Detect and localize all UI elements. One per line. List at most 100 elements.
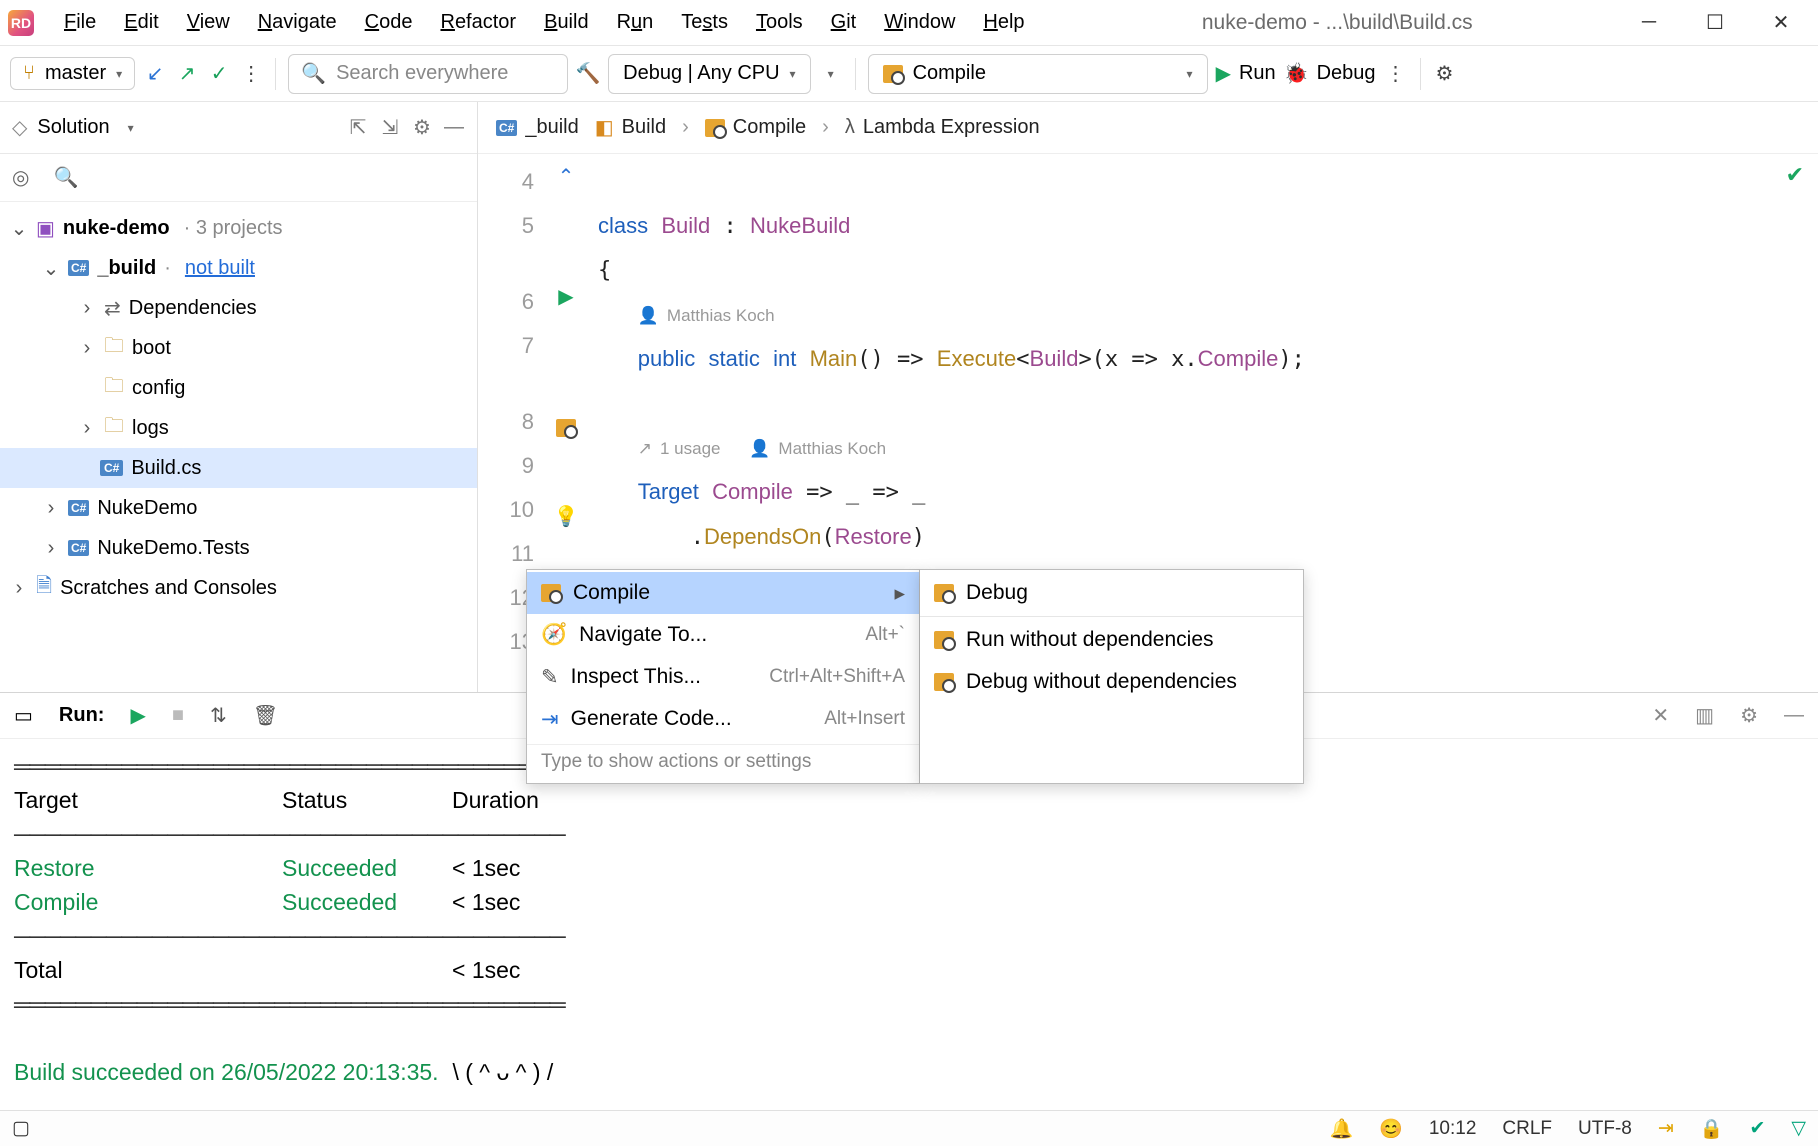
search-icon: 🔍 [301, 61, 326, 86]
folder-logs[interactable]: ›🗀 logs [0, 408, 477, 448]
run-button[interactable]: ▶ Run [1216, 61, 1276, 86]
menu-file[interactable]: File [52, 7, 108, 38]
menu-help[interactable]: Help [971, 7, 1036, 38]
run-config-dropdown[interactable]: Compile ▾ [868, 54, 1208, 94]
menu-build[interactable]: Build [532, 7, 600, 38]
menu-view[interactable]: View [175, 7, 242, 38]
usage-icon: ↗ [638, 435, 652, 463]
more-vcs-icon[interactable]: ⋮ [239, 62, 263, 86]
build-status-link[interactable]: not built [185, 257, 255, 280]
file-build-cs[interactable]: C# Build.cs [0, 448, 477, 488]
collapse-all-icon[interactable]: ⇲ [379, 115, 401, 140]
hide-sidebar-icon[interactable]: — [443, 116, 465, 139]
usage-inlay[interactable]: 1 usage [660, 435, 721, 463]
inspection-ok-icon[interactable]: ✔ [1786, 162, 1804, 188]
dependencies-node[interactable]: › ⇄ Dependencies [0, 288, 477, 328]
menu-tools[interactable]: Tools [744, 7, 815, 38]
build-config-dropdown[interactable]: Debug | Any CPU ▾ [608, 54, 810, 94]
sub-debug-without-deps[interactable]: Debug without dependencies [920, 661, 1303, 703]
scratches-label: Scratches and Consoles [60, 577, 277, 600]
stop-icon[interactable]: ■ [172, 704, 184, 727]
target-icon [883, 65, 903, 83]
ctx-inspect[interactable]: ✎ Inspect This... Ctrl+Alt+Shift+A [527, 656, 919, 698]
vcs-update-icon[interactable]: ↙ [143, 62, 167, 86]
target-icon [934, 631, 954, 649]
readonly-lock-icon[interactable]: 🔒 [1700, 1117, 1724, 1141]
scratches-node[interactable]: › 🗎 Scratches and Consoles [0, 568, 477, 608]
ctx-navigate[interactable]: 🧭 Navigate To... Alt+` [527, 614, 919, 656]
tool-windows-icon[interactable]: ▢ [12, 1117, 30, 1140]
menu-git[interactable]: Git [819, 7, 869, 38]
breadcrumb[interactable]: C#_build ◧Build › Compile › λLambda Expr… [478, 102, 1818, 154]
ctx-compile[interactable]: Compile ▸ [527, 572, 919, 614]
crumb-target[interactable]: Compile [733, 116, 806, 139]
ctx-generate-label: Generate Code... [571, 707, 813, 731]
menu-code[interactable]: Code [353, 7, 425, 38]
menu-navigate[interactable]: Navigate [246, 7, 349, 38]
layout-icon[interactable]: ⇅ [210, 703, 227, 728]
run-output[interactable]: ════════════════════════════════════ Tar… [0, 739, 1818, 1110]
author-inlay[interactable]: Matthias Koch [667, 302, 775, 330]
sub-debug[interactable]: Debug [920, 572, 1303, 614]
author-inlay[interactable]: Matthias Koch [778, 435, 886, 463]
project-nukedemo-tests[interactable]: ›C# NukeDemo.Tests [0, 528, 477, 568]
project-count: · 3 projects [184, 217, 283, 240]
folder-label: logs [132, 417, 169, 440]
indent-icon[interactable]: ⇥ [1658, 1117, 1674, 1140]
row-target: Restore [14, 851, 282, 885]
hide-run-icon[interactable]: — [1784, 704, 1804, 727]
run-settings-icon[interactable]: ⚙ [1740, 703, 1758, 728]
debug-button[interactable]: 🐞 Debug [1284, 61, 1376, 86]
crumb-file[interactable]: _build [525, 116, 578, 139]
solution-root[interactable]: ⌄ ▣ nuke-demo · 3 projects [0, 208, 477, 248]
dependencies-label: Dependencies [129, 297, 257, 320]
config-more-icon[interactable]: ▾ [819, 62, 843, 86]
menu-refactor[interactable]: Refactor [428, 7, 528, 38]
menu-edit[interactable]: Edit [112, 7, 170, 38]
rerun-icon[interactable]: ▶ [130, 703, 145, 728]
copilot-icon[interactable]: 😊 [1379, 1117, 1403, 1141]
sidebar-settings-icon[interactable]: ⚙ [411, 115, 433, 140]
folder-config[interactable]: 🗀 config [0, 368, 477, 408]
sidebar-search-icon[interactable]: 🔍 [53, 165, 78, 190]
project-label: NukeDemo [97, 497, 197, 520]
crumb-class[interactable]: Build [622, 116, 666, 139]
settings-icon[interactable]: ⚙ [1433, 62, 1457, 86]
build-icon[interactable]: 🔨 [576, 62, 600, 86]
project-nukedemo[interactable]: ›C# NukeDemo [0, 488, 477, 528]
close-button[interactable]: ✕ [1770, 12, 1792, 34]
build-config-label: Debug | Any CPU [623, 62, 779, 85]
vcs-push-icon[interactable]: ↗ [175, 62, 199, 86]
search-everywhere[interactable]: 🔍 Search everywhere [288, 54, 568, 94]
menu-window[interactable]: Window [872, 7, 967, 38]
encoding[interactable]: UTF-8 [1578, 1118, 1632, 1140]
inspection-badge-icon[interactable]: ✔ [1749, 1117, 1765, 1140]
notifications-icon[interactable]: 🔔 [1330, 1117, 1354, 1141]
clear-icon[interactable]: 🗑 [253, 703, 278, 728]
maximize-button[interactable]: ☐ [1704, 12, 1726, 34]
folder-boot[interactable]: ›🗀 boot [0, 328, 477, 368]
locate-icon[interactable]: ◎ [12, 165, 29, 190]
ctx-generate[interactable]: ⇥ Generate Code... Alt+Insert [527, 698, 919, 740]
window-title: nuke-demo - ...\build\Build.cs [1037, 11, 1638, 35]
col-duration: Duration [452, 783, 602, 817]
generate-icon: ⇥ [541, 707, 559, 732]
more-run-icon[interactable]: ⋮ [1384, 62, 1408, 86]
project-build[interactable]: ⌄ C# _build · not built [0, 248, 477, 288]
vcs-commit-icon[interactable]: ✓ [207, 62, 231, 86]
csproj-icon: C# [68, 500, 89, 516]
minimize-button[interactable]: ─ [1638, 12, 1660, 34]
git-branch-selector[interactable]: ⑂ master ▾ [10, 57, 135, 90]
close-run-icon[interactable]: ✕ [1652, 703, 1669, 728]
crumb-lambda[interactable]: Lambda Expression [863, 116, 1040, 139]
sub-run-label: Run without dependencies [966, 628, 1289, 652]
target-icon [934, 584, 954, 602]
layout-settings-icon[interactable]: ▥ [1695, 703, 1714, 728]
menu-run[interactable]: Run [605, 7, 666, 38]
sub-run-without-deps[interactable]: Run without dependencies [920, 619, 1303, 661]
line-ending[interactable]: CRLF [1502, 1118, 1552, 1140]
expand-all-icon[interactable]: ⇱ [347, 115, 369, 140]
menu-tests[interactable]: Tests [669, 7, 740, 38]
shield-icon[interactable]: ▽ [1791, 1117, 1806, 1140]
ctx-navigate-label: Navigate To... [579, 623, 853, 647]
